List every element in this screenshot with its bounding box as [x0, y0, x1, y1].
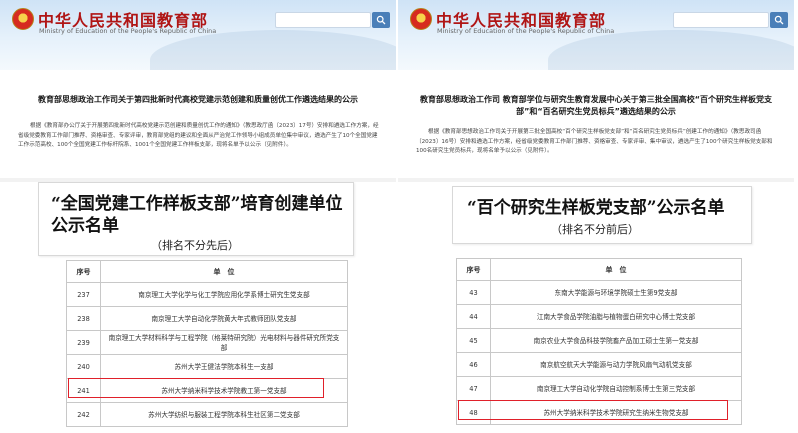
table-row: 48 苏州大学纳米科学技术学院研究生纳米生物党支部	[456, 400, 742, 425]
table-row: 44 江南大学食品学院油脂与植物蛋白研究中心博士党支部	[456, 304, 742, 329]
row-number: 44	[456, 304, 491, 329]
row-unit-name: 南京理工大学自动化学院自动控制系博士生第三党支部	[490, 376, 742, 401]
row-number: 237	[66, 282, 101, 307]
row-number: 48	[456, 400, 491, 425]
separator	[398, 178, 794, 182]
table-row: 240 苏州大学王健法学院本科生一支部	[66, 354, 348, 379]
table-header-row: 序号 单 位	[456, 258, 742, 281]
column-header-number: 序号	[66, 260, 101, 283]
site-subtitle: Ministry of Education of the People's Re…	[437, 27, 615, 35]
row-unit-name: 南京农业大学食品科技学院畜产品加工硕士生第一党支部	[490, 328, 742, 353]
article: 教育部思想政治工作司 教育部学位与研究生教育发展中心关于第三批全国高校“百个研究…	[398, 70, 794, 178]
document-heading-box: “全国党建工作样板支部”培育创建单位 公示名单 （排名不分先后）	[38, 182, 354, 256]
units-table: 序号 单 位 43 东南大学能源与环境学院硕士生第9党支部 44 江南大学食品学…	[456, 258, 742, 425]
table-row: 45 南京农业大学食品科技学院畜产品加工硕士生第一党支部	[456, 328, 742, 353]
table-row: 239 南京理工大学材料科学与工程学院（格莱特研究院）光电材料与器件研究所党支部	[66, 330, 348, 355]
article-title: 教育部思想政治工作司 教育部学位与研究生教育发展中心关于第三批全国高校“百个研究…	[419, 95, 773, 116]
search-button[interactable]	[770, 12, 788, 28]
table-row: 47 南京理工大学自动化学院自动控制系博士生第三党支部	[456, 376, 742, 401]
row-number: 239	[66, 330, 101, 355]
search-icon	[774, 15, 784, 25]
units-table: 序号 单 位 237 南京理工大学化学与化工学院应用化学系博士研究生党支部 23…	[66, 260, 348, 427]
header-background-graphic	[548, 30, 794, 70]
search-input[interactable]	[673, 12, 769, 28]
header-background-graphic	[150, 30, 396, 70]
document-heading-line1: “百个研究生样板党支部”公示名单	[467, 198, 725, 218]
table-row: 241 苏州大学纳米科学技术学院教工第一党支部	[66, 378, 348, 403]
table-row: 242 苏州大学纺织与服装工程学院本科生社区第二党支部	[66, 402, 348, 427]
row-number: 43	[456, 280, 491, 305]
article-body: 根据《教育部办公厅关于开展第四批新时代高校党建示范创建和质量创优工作的通知》（教…	[18, 123, 379, 148]
article-title: 教育部思想政治工作司关于第四批新时代高校党建示范创建和质量创优工作遴选结果的公示	[38, 95, 358, 104]
row-unit-name: 苏州大学纳米科学技术学院研究生纳米生物党支部	[490, 400, 742, 425]
article-body: 根据《教育部思想政治工作司关于开展第三批全国高校“百个研究生样板党支部”和“百名…	[416, 129, 773, 154]
row-unit-name: 南京理工大学材料科学与工程学院（格莱特研究院）光电材料与器件研究所党支部	[100, 330, 348, 355]
search-icon	[376, 15, 386, 25]
row-unit-name: 苏州大学纳米科学技术学院教工第一党支部	[100, 378, 348, 403]
ranking-note: （排名不分前后）	[551, 223, 639, 236]
row-unit-name: 南京航空航天大学能源与动力学院风扇气动机党支部	[490, 352, 742, 377]
row-number: 241	[66, 378, 101, 403]
row-number: 240	[66, 354, 101, 379]
site-header: 中华人民共和国教育部 Ministry of Education of the …	[398, 0, 794, 70]
column-header-unit: 单 位	[490, 258, 742, 281]
table-row: 237 南京理工大学化学与化工学院应用化学系博士研究生党支部	[66, 282, 348, 307]
table-header-row: 序号 单 位	[66, 260, 348, 283]
row-number: 242	[66, 402, 101, 427]
row-unit-name: 江南大学食品学院油脂与植物蛋白研究中心博士党支部	[490, 304, 742, 329]
column-header-number: 序号	[456, 258, 491, 281]
site-header: 中华人民共和国教育部 Ministry of Education of the …	[0, 0, 396, 70]
site-subtitle: Ministry of Education of the People's Re…	[39, 27, 217, 35]
row-unit-name: 南京理工大学化学与化工学院应用化学系博士研究生党支部	[100, 282, 348, 307]
search-button[interactable]	[372, 12, 390, 28]
ranking-note: （排名不分先后）	[151, 239, 239, 252]
row-unit-name: 苏州大学纺织与服装工程学院本科生社区第二党支部	[100, 402, 348, 427]
row-number: 45	[456, 328, 491, 353]
national-emblem-icon	[410, 8, 432, 30]
left-screenshot-panel: 中华人民共和国教育部 Ministry of Education of the …	[0, 0, 396, 433]
column-header-unit: 单 位	[100, 260, 348, 283]
table-row: 238 南京理工大学自动化学院黄大年式教师团队党支部	[66, 306, 348, 331]
table-row: 46 南京航空航天大学能源与动力学院风扇气动机党支部	[456, 352, 742, 377]
row-number: 46	[456, 352, 491, 377]
row-number: 238	[66, 306, 101, 331]
row-unit-name: 东南大学能源与环境学院硕士生第9党支部	[490, 280, 742, 305]
right-screenshot-panel: 中华人民共和国教育部 Ministry of Education of the …	[398, 0, 794, 433]
row-number: 47	[456, 376, 491, 401]
search-input[interactable]	[275, 12, 371, 28]
row-unit-name: 苏州大学王健法学院本科生一支部	[100, 354, 348, 379]
article: 教育部思想政治工作司关于第四批新时代高校党建示范创建和质量创优工作遴选结果的公示…	[0, 70, 396, 178]
national-emblem-icon	[12, 8, 34, 30]
row-unit-name: 南京理工大学自动化学院黄大年式教师团队党支部	[100, 306, 348, 331]
document-heading-box: “百个研究生样板党支部”公示名单 （排名不分前后）	[452, 186, 752, 244]
document-heading-line2: 公示名单	[51, 216, 119, 236]
table-row: 43 东南大学能源与环境学院硕士生第9党支部	[456, 280, 742, 305]
